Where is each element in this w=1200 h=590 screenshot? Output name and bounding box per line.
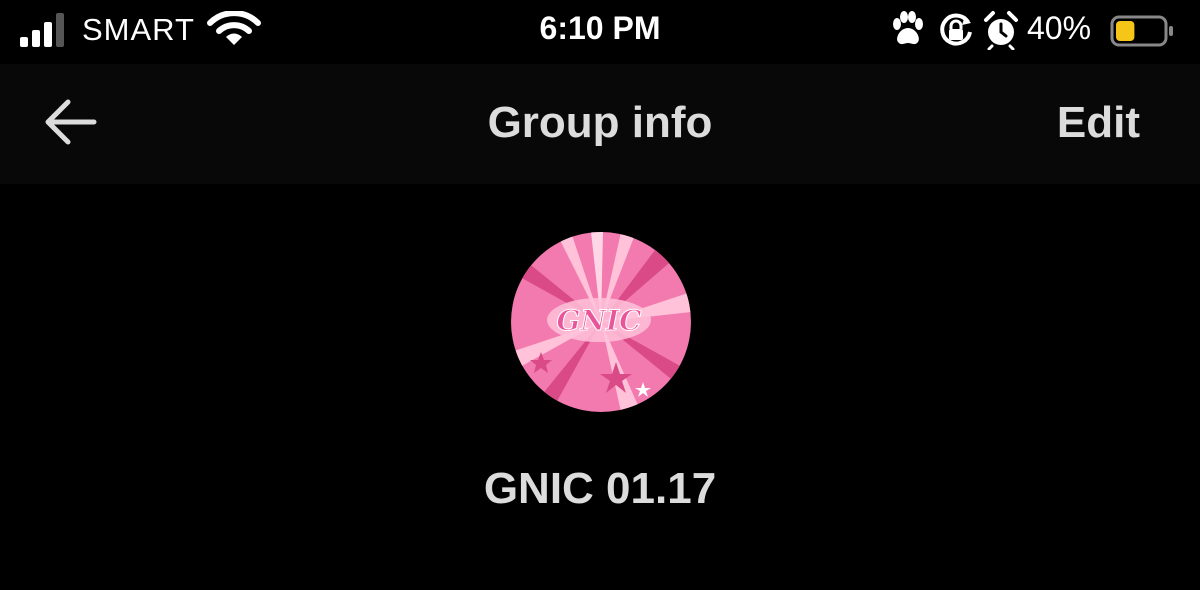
status-bar: SMART 6:10 PM 40% [0, 0, 1200, 64]
navigation-header: Group info Edit [0, 64, 1200, 184]
alarm-icon [984, 11, 1018, 50]
avatar-label: GNIC [557, 304, 643, 337]
avatar-image: GNIC [511, 232, 691, 412]
paw-icon [893, 11, 923, 45]
clock-time: 6:10 PM [539, 10, 661, 46]
battery-icon [1110, 15, 1173, 47]
battery-percent: 40% [1027, 10, 1092, 46]
rotation-lock-icon [940, 13, 972, 46]
page-title: Group info [487, 98, 713, 147]
edit-button[interactable]: Edit [1057, 98, 1140, 148]
group-name: GNIC 01.17 [483, 464, 717, 513]
group-avatar[interactable]: GNIC [511, 232, 691, 412]
